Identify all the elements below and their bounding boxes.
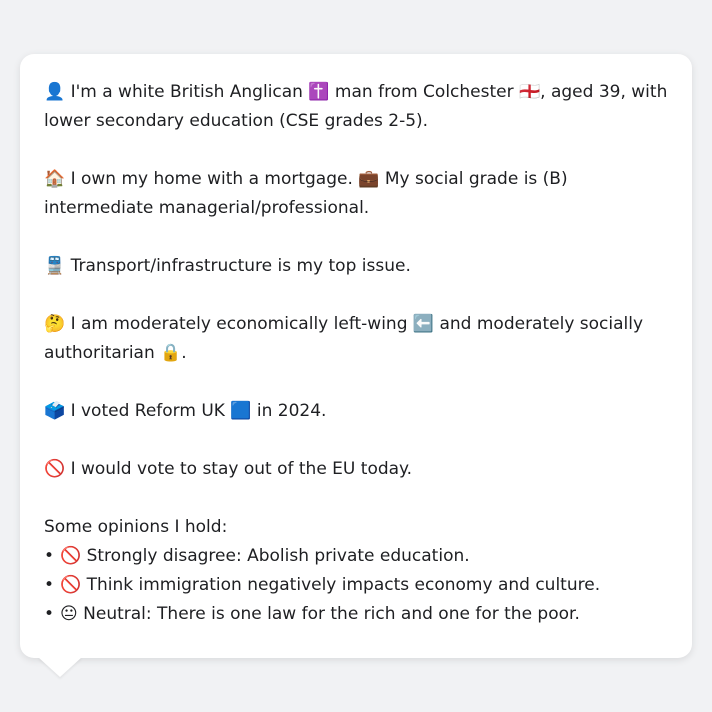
opinion-text: 🚫 Think immigration negatively impacts e… [60, 575, 601, 595]
eu-text: 🚫 I would vote to stay out of the EU tod… [44, 459, 413, 479]
opinion-item: • 😐 Neutral: There is one law for the ric… [44, 600, 668, 629]
bubble-tail [38, 657, 82, 677]
opinion-item: • 🚫 Think immigration negatively impacts … [44, 571, 668, 600]
opinion-text: 😐 Neutral: There is one law for the rich… [60, 604, 580, 624]
housing-text: 🏠 I own my home with a mortgage. 💼 My so… [44, 169, 568, 218]
bullet: • [44, 604, 55, 624]
vote-text: 🗳️ I voted Reform UK 🟦 in 2024. [44, 401, 327, 421]
identity-text: 👤 I'm a white British Anglican ✝️ man fr… [44, 82, 668, 131]
bullet: • [44, 546, 55, 566]
opinions-list: Some opinions I hold: • 🚫 Strongly disagr… [44, 513, 668, 629]
opinions-heading: Some opinions I hold: [44, 517, 228, 537]
opinion-text: 🚫 Strongly disagree: Abolish private edu… [60, 546, 470, 566]
ideology-text: 🤔 I am moderately economically left-wing… [44, 314, 644, 363]
top-issue-text: 🚆 Transport/infrastructure is my top iss… [44, 256, 411, 276]
bullet: • [44, 575, 55, 595]
message-bubble: 👤 I'm a white British Anglican ✝️ man fr… [20, 54, 692, 658]
opinion-item: • 🚫 Strongly disagree: Abolish private ed… [44, 542, 668, 571]
